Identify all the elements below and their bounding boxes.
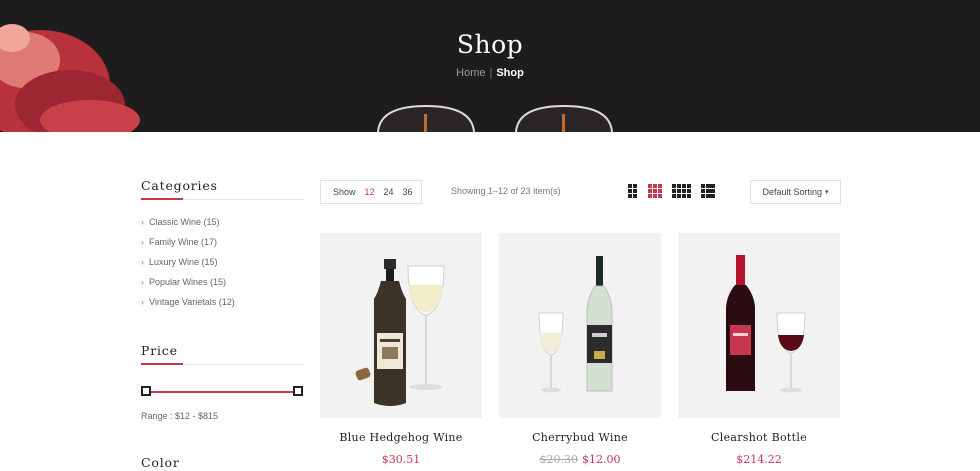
category-item[interactable]: › Vintage Varietals (12)	[141, 296, 303, 316]
chevron-right-icon: ›	[141, 237, 144, 247]
product-name[interactable]: Clearshot Bottle	[678, 431, 840, 444]
categories-divider	[141, 198, 303, 200]
categories-title: Categories	[141, 178, 218, 193]
flower-decoration	[0, 24, 140, 132]
show-option-24[interactable]: 24	[384, 187, 394, 197]
product-price: $30.51	[320, 453, 482, 466]
grid-3-view-icon[interactable]	[648, 184, 662, 198]
product-image[interactable]	[678, 233, 840, 418]
product-name[interactable]: Cherrybud Wine	[499, 431, 661, 444]
price-slider-track	[145, 391, 299, 393]
show-label: Show	[333, 187, 356, 197]
page-title: Shop	[456, 30, 524, 59]
product-price: $20.30 $12.00	[499, 453, 661, 466]
breadcrumb-current: Shop	[496, 67, 524, 79]
price-slider-min-handle[interactable]	[141, 386, 151, 396]
breadcrumb-home-link[interactable]: Home	[456, 67, 485, 79]
category-label: Classic Wine (15)	[149, 217, 220, 227]
sidebar: Categories › Classic Wine (15) › Family Wi…	[141, 178, 303, 316]
chevron-right-icon: ›	[141, 217, 144, 227]
chevron-right-icon: ›	[141, 297, 144, 307]
product-card[interactable]: Cherrybud Wine $20.30 $12.00	[499, 233, 661, 466]
color-title: Color	[141, 455, 180, 470]
sort-label: Default Sorting	[762, 187, 823, 197]
product-price-current: $214.22	[736, 453, 782, 466]
chevron-down-icon: ▾	[825, 189, 829, 196]
grid-2-view-icon[interactable]	[628, 184, 638, 198]
grid-4-view-icon[interactable]	[672, 184, 691, 198]
wine-glass-image	[515, 104, 613, 132]
price-slider-max-handle[interactable]	[293, 386, 303, 396]
category-item[interactable]: › Luxury Wine (15)	[141, 256, 303, 276]
chevron-right-icon: ›	[141, 257, 144, 267]
price-title: Price	[141, 343, 178, 358]
view-switcher	[628, 184, 715, 198]
product-card[interactable]: Blue Hedgehog Wine $30.51	[320, 233, 482, 466]
price-filter: Price Range : $12 - $815	[141, 343, 303, 421]
show-option-36[interactable]: 36	[403, 187, 413, 197]
product-image[interactable]	[499, 233, 661, 418]
product-price-old: $20.30	[539, 453, 579, 466]
product-price-current: $30.51	[381, 453, 421, 466]
result-count: Showing 1–12 of 23 item(s)	[451, 186, 561, 196]
category-item[interactable]: › Classic Wine (15)	[141, 216, 303, 236]
product-card[interactable]: Clearshot Bottle $214.22	[678, 233, 840, 466]
category-item[interactable]: › Popular Wines (15)	[141, 276, 303, 296]
category-label: Luxury Wine (15)	[149, 257, 218, 267]
chevron-right-icon: ›	[141, 277, 144, 287]
breadcrumb-separator: |	[489, 67, 493, 79]
product-image[interactable]	[320, 233, 482, 418]
product-name[interactable]: Blue Hedgehog Wine	[320, 431, 482, 444]
category-label: Popular Wines (15)	[149, 277, 227, 287]
product-price: $214.22	[678, 453, 840, 466]
price-range-slider[interactable]	[141, 383, 303, 399]
category-list: › Classic Wine (15) › Family Wine (17) › Lu…	[141, 216, 303, 316]
breadcrumb: Home | Shop	[0, 67, 980, 79]
category-label: Vintage Varietals (12)	[149, 297, 235, 307]
price-divider	[141, 363, 303, 365]
product-price-current: $12.00	[582, 453, 621, 466]
price-range-text: Range : $12 - $815	[141, 411, 219, 421]
category-label: Family Wine (17)	[149, 237, 218, 247]
page-hero: Shop Home | Shop	[0, 0, 980, 132]
list-view-icon[interactable]	[701, 184, 715, 198]
sort-dropdown[interactable]: Default Sorting ▾	[750, 180, 841, 204]
show-per-page: Show 12 24 36	[320, 180, 422, 204]
show-option-12[interactable]: 12	[365, 187, 375, 197]
wine-glass-image	[377, 104, 475, 132]
category-item[interactable]: › Family Wine (17)	[141, 236, 303, 256]
